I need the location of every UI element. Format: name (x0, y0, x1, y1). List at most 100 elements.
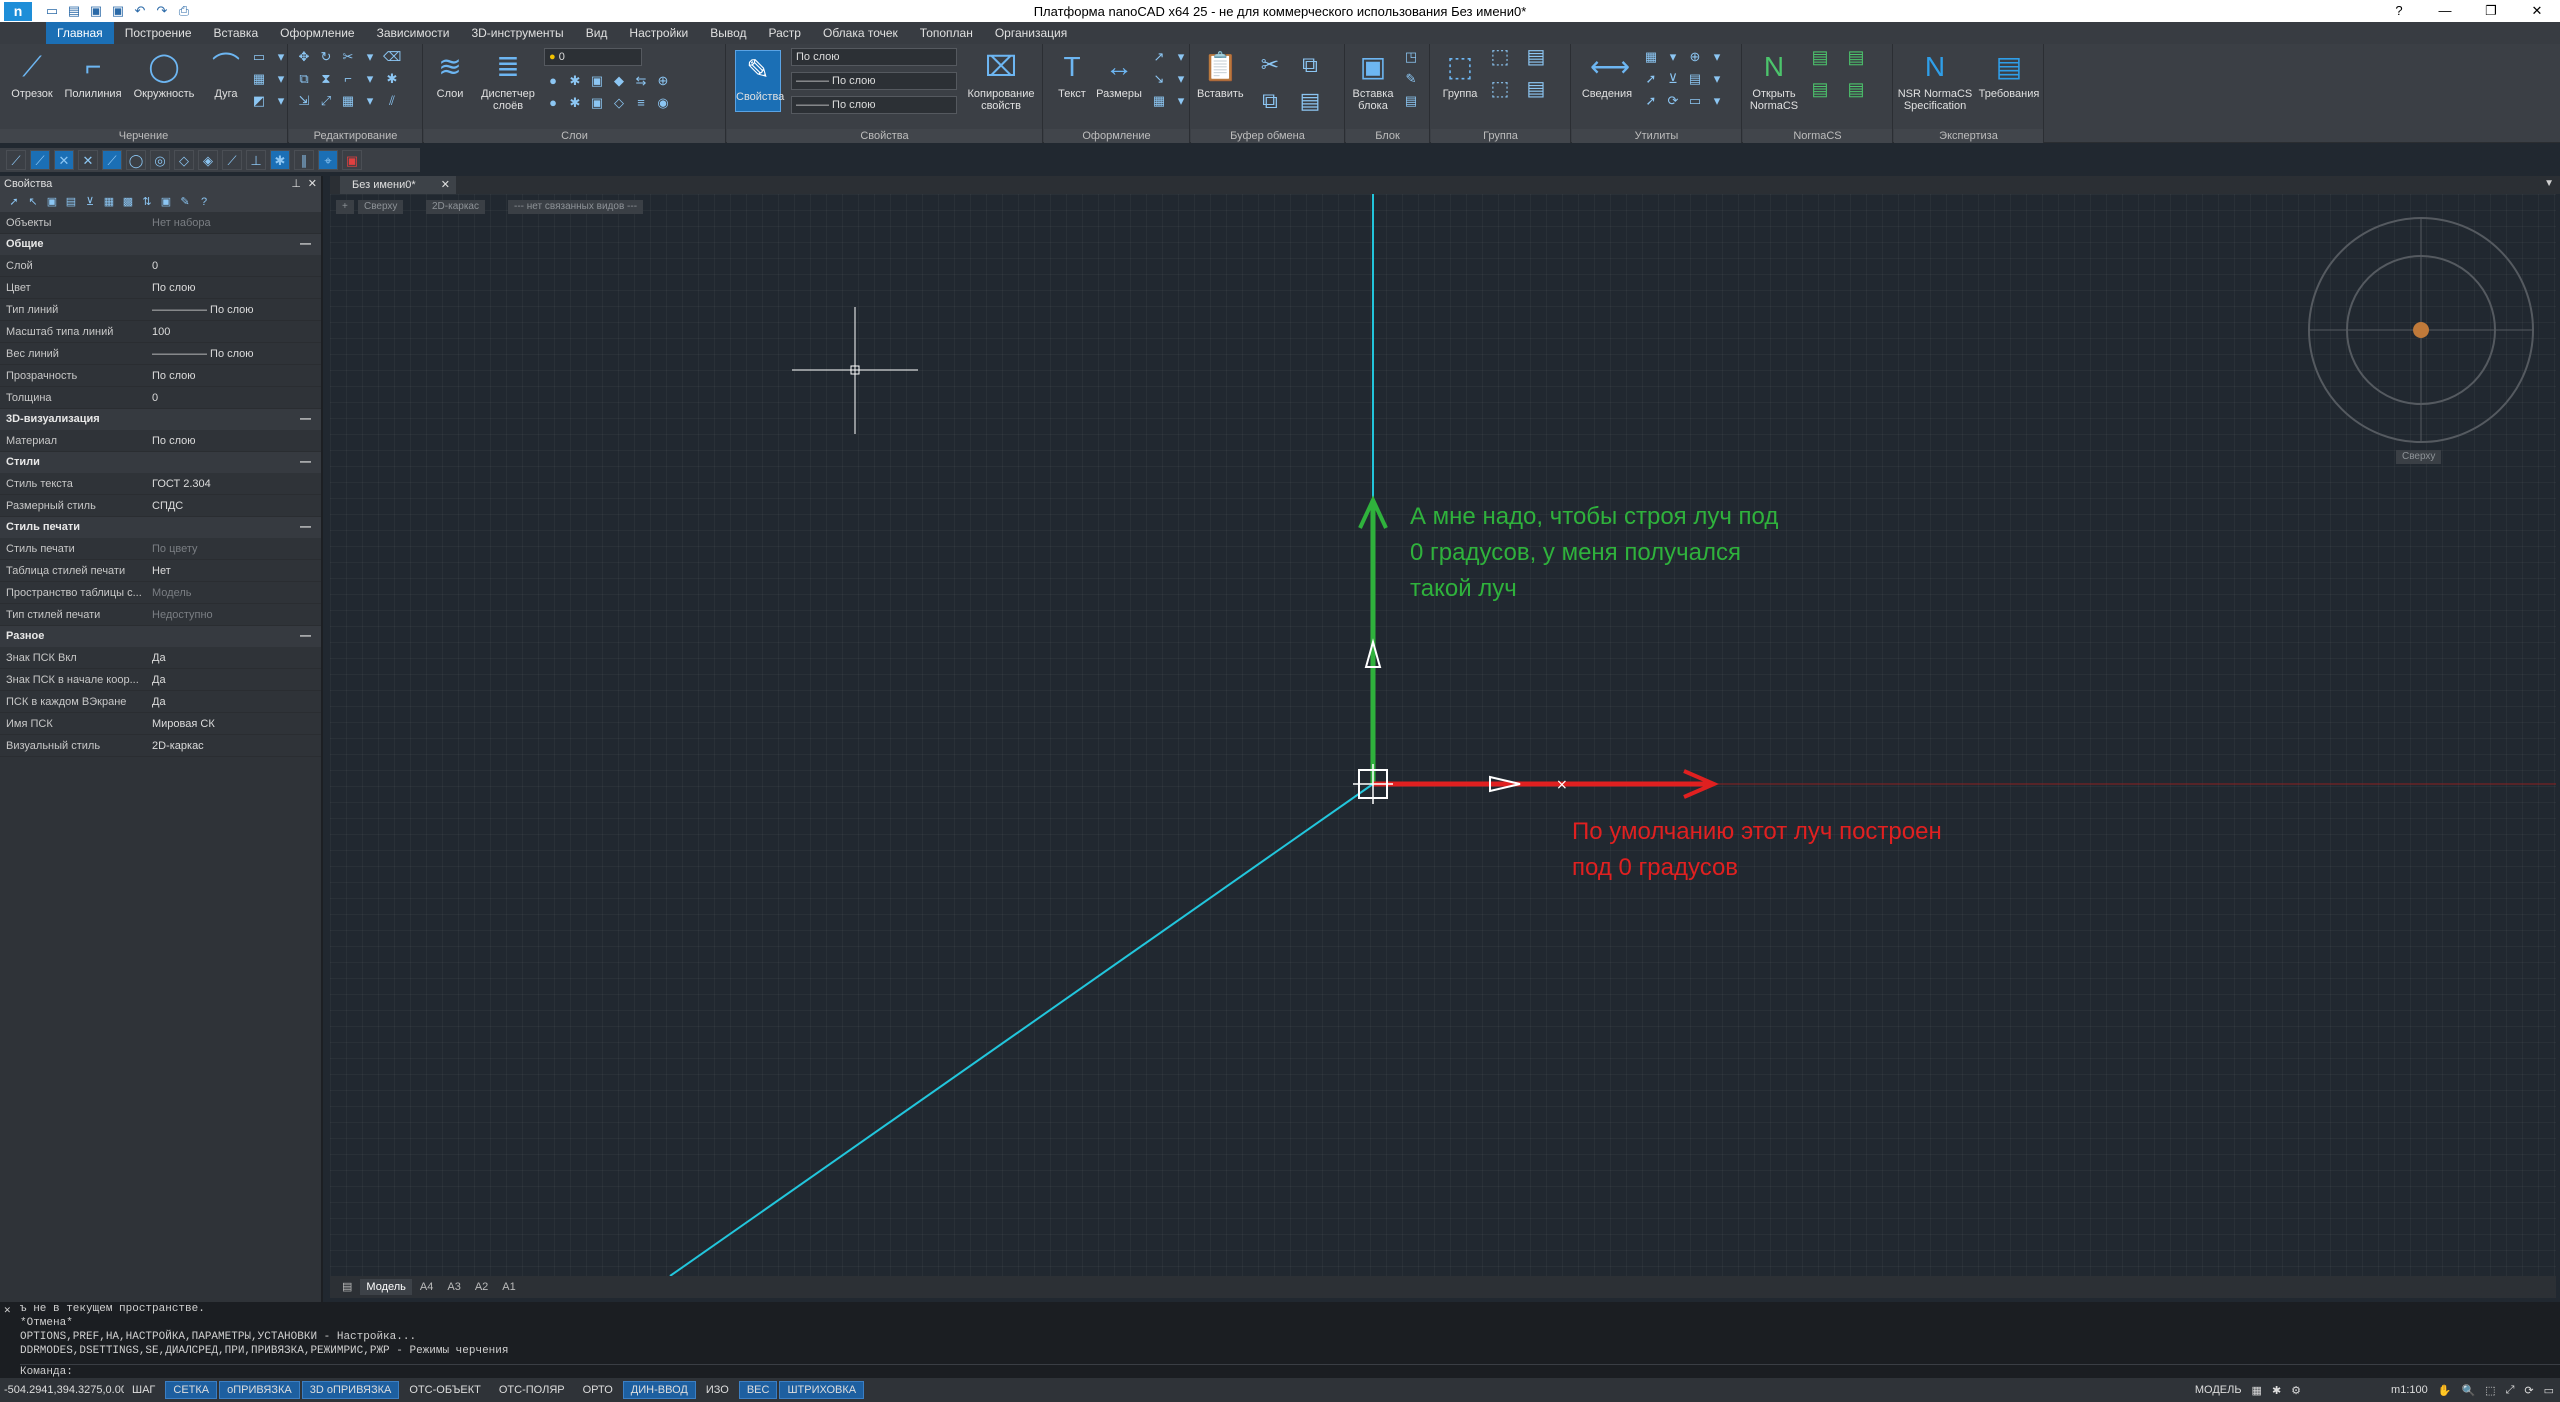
layer-visibility-icon[interactable]: ◉ (654, 94, 672, 112)
tab-point-clouds[interactable]: Облака точек (812, 22, 909, 44)
tab-build[interactable]: Построение (114, 22, 203, 44)
viewcube-center[interactable] (2413, 322, 2429, 338)
status-toggle[interactable]: ШАГ (124, 1381, 163, 1399)
cmd-close-icon[interactable]: ✕ (4, 1304, 11, 1318)
command-window[interactable]: ъ не в текущем пространстве. *Отмена* OP… (0, 1302, 2560, 1378)
lineweight-dropdown[interactable]: ——— По слою (791, 96, 957, 114)
tabs-menu-icon[interactable]: ▼ (2544, 178, 2554, 189)
linetype-dropdown[interactable]: ——— По слою (791, 72, 957, 90)
quick-select-icon[interactable]: ▤ (1686, 70, 1704, 88)
copy-icon[interactable]: ⧉ (295, 70, 313, 88)
prop-row[interactable]: Толщина 0 (0, 387, 321, 409)
prop-row[interactable]: Слой 0 (0, 255, 321, 277)
pan-icon[interactable]: ✋ (2438, 1384, 2452, 1397)
prop-row[interactable]: Стиль текста ГОСТ 2.304 (0, 473, 321, 495)
polyline-button[interactable]: ⌐ Полилиния (60, 50, 126, 100)
viewcube-label[interactable]: Сверху (2396, 450, 2442, 464)
prop-row[interactable]: Масштаб типа линий 100 (0, 321, 321, 343)
normacs-search-icon[interactable]: ▤ (1807, 48, 1833, 74)
layer-prev-icon[interactable]: ⇆ (632, 72, 650, 90)
snap-perpendicular-icon[interactable]: ⊥ (246, 150, 266, 170)
status-toggle[interactable]: ОРТО (575, 1381, 621, 1399)
layer-manager-button[interactable]: ≣ Диспетчер слоёв (476, 50, 540, 112)
layout-icon[interactable]: ▦ (2252, 1384, 2262, 1397)
annotation-icon[interactable]: ✱ (2272, 1384, 2281, 1397)
nsr-spec-button[interactable]: N NSR NormaCS Specification (1896, 50, 1974, 112)
prop-section-header[interactable]: Стили (0, 452, 321, 473)
info-button[interactable]: ⟷ Сведения (1578, 50, 1636, 100)
prop-row[interactable]: Объекты Нет набора (0, 212, 321, 234)
zoom-window-icon[interactable]: ⬚ (2485, 1384, 2495, 1397)
prop-row[interactable]: Пространство таблицы с... Модель (0, 582, 321, 604)
prop-row[interactable]: Имя ПСК Мировая СК (0, 713, 321, 735)
edit-block-icon[interactable]: ✎ (1402, 70, 1420, 88)
layer-lock-icon[interactable]: ▣ (588, 72, 606, 90)
tab-constraints[interactable]: Зависимости (366, 22, 461, 44)
normacs-link-icon[interactable]: ▤ (1807, 80, 1833, 106)
normacs-doc-icon[interactable]: ▤ (1843, 48, 1869, 74)
quick-select-icon[interactable]: ▣ (158, 194, 174, 210)
tab-a2[interactable]: A2 (469, 1279, 494, 1295)
dropdown-icon[interactable]: ▾ (1172, 92, 1190, 110)
tab-a1[interactable]: A1 (496, 1279, 521, 1295)
dropdown-icon[interactable]: ▾ (272, 92, 290, 110)
snap-none-icon[interactable]: ⌖ (318, 150, 338, 170)
tab-a4[interactable]: A4 (414, 1279, 439, 1295)
circle-button[interactable]: ◯ Окружность (128, 50, 200, 100)
explode-icon[interactable]: ✱ (383, 70, 401, 88)
dimensions-button[interactable]: ↔ Размеры (1096, 50, 1142, 100)
tab-a3[interactable]: A3 (441, 1279, 466, 1295)
text-button[interactable]: T Текст (1052, 50, 1092, 100)
scale-label[interactable]: m1:100 (2391, 1384, 2428, 1396)
properties-button[interactable]: ✎ Свойства (735, 50, 784, 112)
dropdown-icon[interactable]: ▾ (272, 48, 290, 66)
snap-endpoint-icon[interactable]: ⟋ (6, 150, 26, 170)
rotate-icon[interactable]: ↻ (317, 48, 335, 66)
create-block-icon[interactable]: ◳ (1402, 48, 1420, 66)
snap-parallel-icon[interactable]: ∥ (294, 150, 314, 170)
dropdown-icon[interactable]: ▾ (361, 70, 379, 88)
toggle-icon[interactable]: ⇅ (139, 194, 155, 210)
command-prompt[interactable]: Команда: (20, 1364, 2560, 1379)
tab-view[interactable]: Вид (575, 22, 619, 44)
status-toggle[interactable]: ДИН-ВВОД (622, 1381, 696, 1399)
zoom-icon[interactable]: ⊕ (1686, 48, 1704, 66)
prop-row[interactable]: Визуальный стиль 2D-каркас (0, 735, 321, 757)
status-toggle[interactable]: ВЕС (738, 1381, 778, 1399)
snap-settings-icon[interactable]: ▣ (342, 150, 362, 170)
help-icon[interactable]: ? (2376, 0, 2422, 22)
snap-intersection-icon[interactable]: ✕ (54, 150, 74, 170)
snap-node-icon[interactable]: ◇ (174, 150, 194, 170)
panel-close-icon[interactable]: ✕ (308, 176, 317, 192)
prop-row[interactable]: Стиль печати По цвету (0, 538, 321, 560)
filter-icon[interactable]: ⊻ (1664, 70, 1682, 88)
status-toggle[interactable]: ОТС-ОБЪЕКТ (401, 1381, 488, 1399)
pick-icon[interactable]: ↖ (25, 194, 41, 210)
normacs-check-icon[interactable]: ▤ (1843, 80, 1869, 106)
requirements-button[interactable]: ▤ Требования (1976, 50, 2042, 100)
rectangle-icon[interactable]: ▭ (250, 48, 268, 66)
array-icon[interactable]: ▦ (339, 92, 357, 110)
snap-center-icon[interactable]: ◯ (126, 150, 146, 170)
erase-icon[interactable]: ⌫ (383, 48, 401, 66)
orbit-icon[interactable]: ⟳ (2524, 1384, 2533, 1397)
insert-block-button[interactable]: ▣ Вставка блока (1350, 50, 1396, 112)
dropdown-icon[interactable]: ▾ (272, 70, 290, 88)
prop-row[interactable]: ПСК в каждом ВЭкране Да (0, 691, 321, 713)
color-dropdown[interactable]: По слою (791, 48, 957, 66)
prop-row[interactable]: Размерный стиль СПДС (0, 495, 321, 517)
prop-row[interactable]: Прозрачность По слою (0, 365, 321, 387)
layer-off-icon[interactable]: ● (544, 94, 562, 112)
close-button[interactable]: ✕ (2514, 0, 2560, 22)
tab-close-icon[interactable]: ✕ (441, 176, 450, 194)
layer-dropdown[interactable]: ● 0 (544, 48, 642, 66)
layer-match-icon[interactable]: ◆ (610, 72, 628, 90)
panel-pin-icon[interactable]: ⊥ (291, 176, 301, 192)
leader-icon[interactable]: ↗ (1150, 48, 1168, 66)
calc-icon[interactable]: ▦ (1642, 48, 1660, 66)
tab-3d-tools[interactable]: 3D-инструменты (460, 22, 574, 44)
status-toggle[interactable]: 3D оПРИВЯЗКА (301, 1381, 400, 1399)
object-select-icon[interactable]: ▤ (63, 194, 79, 210)
status-toggle[interactable]: СЕТКА (165, 1381, 218, 1399)
snap-insert-icon[interactable]: ◈ (198, 150, 218, 170)
